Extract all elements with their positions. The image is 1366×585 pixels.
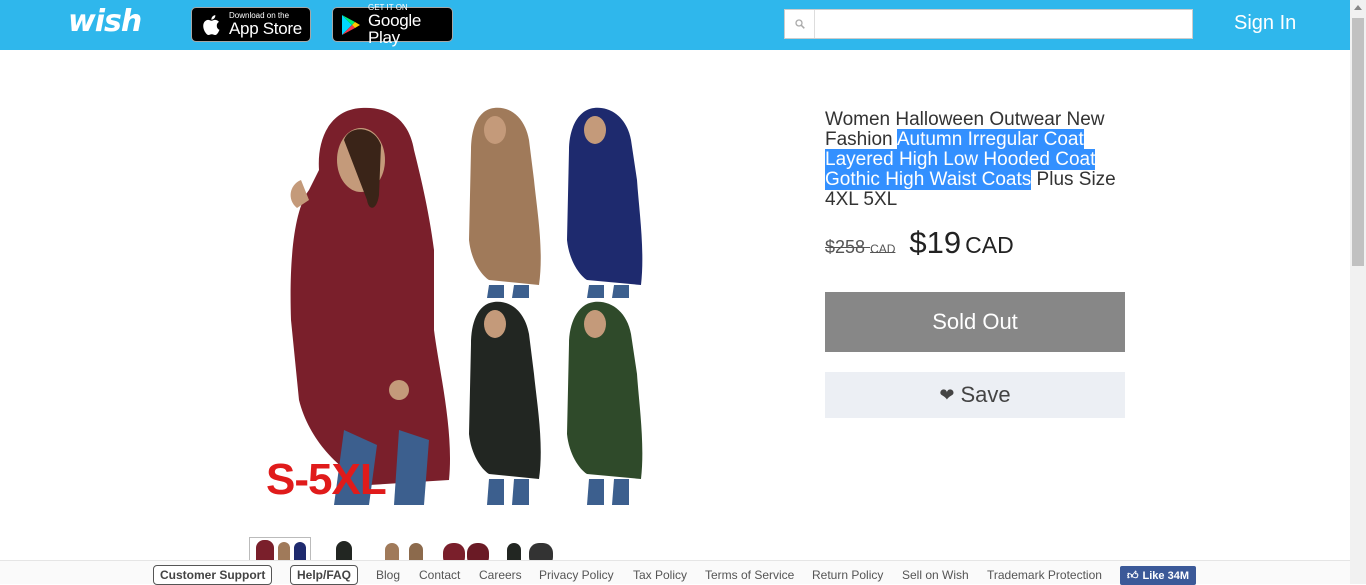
google-play-badge[interactable]: GET IT ON Google Play xyxy=(332,3,453,46)
footer-link-careers[interactable]: Careers xyxy=(479,568,522,582)
facebook-like-button[interactable]: 👍︎ Like 34M xyxy=(1120,566,1196,585)
scroll-thumb[interactable] xyxy=(1352,18,1364,266)
scroll-up-arrow-icon[interactable] xyxy=(1354,5,1362,10)
save-button[interactable]: ❤ Save xyxy=(825,372,1125,418)
model-figure-tan xyxy=(469,107,541,298)
sold-out-button[interactable]: Sold Out xyxy=(825,292,1125,352)
footer-link-privacy-policy[interactable]: Privacy Policy xyxy=(539,568,614,582)
apple-icon xyxy=(200,13,222,37)
help-faq-button[interactable]: Help/FAQ xyxy=(290,565,359,585)
app-store-badge[interactable]: Download on the App Store xyxy=(191,7,311,42)
sign-in-link[interactable]: Sign In xyxy=(1234,12,1296,35)
heart-icon: ❤ xyxy=(939,384,955,405)
thumbs-up-icon: 👍︎ xyxy=(1127,570,1139,582)
size-range-overlay: S-5XL xyxy=(266,455,387,504)
top-navigation-bar: wish Download on the App Store GET IT ON… xyxy=(0,0,1350,50)
footer-link-return-policy[interactable]: Return Policy xyxy=(812,568,883,582)
customer-support-button[interactable]: Customer Support xyxy=(153,565,273,585)
original-price: $258 CAD xyxy=(825,237,896,257)
google-play-icon xyxy=(341,13,361,37)
footer-link-tax-policy[interactable]: Tax Policy xyxy=(633,568,687,582)
model-figure-navy xyxy=(567,107,643,298)
footer-link-sell-on-wish[interactable]: Sell on Wish xyxy=(902,568,969,582)
price-row: $258 CAD $19 CAD xyxy=(825,225,1014,261)
footer-link-contact[interactable]: Contact xyxy=(419,568,460,582)
footer-link-terms-of-service[interactable]: Terms of Service xyxy=(705,568,794,582)
product-main-image[interactable] xyxy=(249,100,669,510)
model-figure-green xyxy=(567,301,643,505)
page-scrollbar[interactable] xyxy=(1350,0,1366,584)
search-input[interactable] xyxy=(815,10,1192,38)
product-title: Women Halloween Outwear New Fashion Autu… xyxy=(825,109,1116,210)
footer-bar: Customer Support Help/FAQ Blog Contact C… xyxy=(0,560,1350,585)
footer-link-blog[interactable]: Blog xyxy=(376,568,400,582)
model-figure-maroon xyxy=(290,107,451,505)
model-figure-black xyxy=(469,301,541,505)
footer-link-trademark-protection[interactable]: Trademark Protection xyxy=(987,568,1102,582)
search-bar xyxy=(784,9,1193,39)
search-icon[interactable] xyxy=(785,10,815,38)
sale-price: $19 CAD xyxy=(909,225,1014,260)
wish-logo[interactable]: wish xyxy=(68,4,142,39)
